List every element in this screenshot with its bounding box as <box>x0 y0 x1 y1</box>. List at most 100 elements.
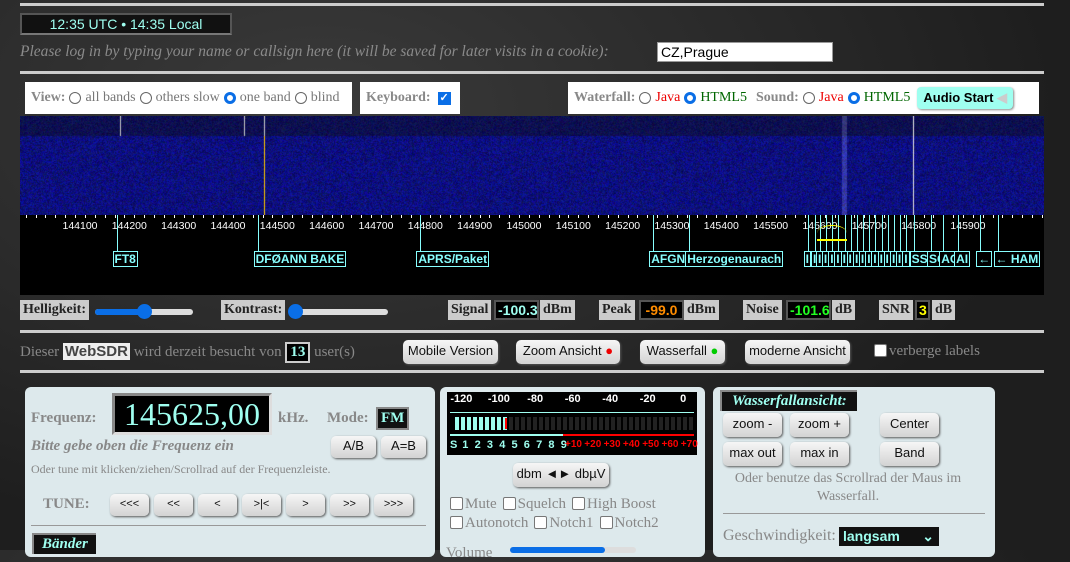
frequency-scale[interactable]: 144100 144200 144300 144400 144500 144600 1447… <box>20 215 1044 295</box>
hide-labels-option[interactable]: verberge labels <box>874 343 980 360</box>
frequency-input[interactable]: 145625,00 <box>112 393 272 435</box>
radio-others-slow[interactable] <box>140 92 152 104</box>
tune-button[interactable]: > <box>286 494 325 516</box>
tune-button[interactable]: >> <box>330 494 369 516</box>
scale-tick <box>588 215 589 218</box>
radio-waterfall-html5[interactable] <box>684 92 696 104</box>
radio-sound-java[interactable] <box>803 92 815 104</box>
tune-button[interactable]: << <box>154 494 193 516</box>
a-equals-b-button[interactable]: A=B <box>381 436 426 458</box>
plus-tick-label: +40 <box>623 439 640 450</box>
scale-tick <box>924 215 925 218</box>
speed-select[interactable]: langsam ⌄ <box>839 527 939 546</box>
station-label[interactable]: ← <box>976 251 992 267</box>
meter-segment <box>659 417 663 430</box>
scale-tick <box>332 215 333 218</box>
scale-tick <box>26 215 27 218</box>
tune-button[interactable]: < <box>198 494 237 516</box>
mobile-version-button[interactable]: Mobile Version <box>403 340 498 364</box>
peak-marker <box>505 418 507 429</box>
station-label[interactable]: AFGN <box>649 251 687 267</box>
passband-indicator[interactable] <box>817 225 847 241</box>
callsign-input[interactable] <box>657 42 833 62</box>
checkbox-autonotch[interactable]: Autonotch <box>450 514 528 533</box>
zoom-out-button[interactable]: zoom - <box>723 413 782 437</box>
label-marker <box>808 215 809 251</box>
tune-button[interactable]: >|< <box>242 494 281 516</box>
checkbox-mute[interactable]: Mute <box>450 495 497 514</box>
scale-tick <box>282 215 283 218</box>
dbm-tick-label: -20 <box>640 393 656 405</box>
radio-all-bands[interactable] <box>69 92 81 104</box>
meter-segment <box>683 417 687 430</box>
radio-sound-html5[interactable] <box>848 92 860 104</box>
scale-tick <box>578 215 579 218</box>
scale-label: 145300 <box>654 220 689 232</box>
scale-tick <box>726 215 727 218</box>
checkbox-squelch[interactable]: Squelch <box>503 495 566 514</box>
waterfall-display[interactable] <box>20 116 1044 215</box>
tune-button[interactable]: >>> <box>374 494 413 516</box>
keyboard-checkbox[interactable]: ✓ <box>438 92 451 105</box>
station-label[interactable]: I <box>804 251 811 267</box>
scale-tick <box>351 215 352 218</box>
scale-tick <box>193 215 194 218</box>
label-marker <box>420 215 421 251</box>
label-marker <box>863 215 864 251</box>
radio-one-band[interactable] <box>224 92 236 104</box>
scale-tick <box>95 215 96 218</box>
peak-label: Peak <box>599 300 635 320</box>
hide-labels-checkbox <box>874 344 887 357</box>
dbm-tick-label: -100 <box>488 393 510 405</box>
scale-tick <box>36 215 37 218</box>
station-label[interactable]: DFØANN BAKE <box>254 251 347 267</box>
radio-blind[interactable] <box>295 92 307 104</box>
s-tick-label: 5 <box>512 439 518 451</box>
label-marker <box>258 215 259 251</box>
band-button[interactable]: Band <box>880 442 939 466</box>
modern-view-button[interactable]: moderne Ansicht <box>745 340 850 364</box>
center-button[interactable]: Center <box>880 413 939 437</box>
max-out-button[interactable]: max out <box>723 442 782 466</box>
user-count: 13 <box>285 342 310 363</box>
scale-tick <box>805 215 806 218</box>
checkbox-high-boost[interactable]: High Boost <box>572 495 656 514</box>
mode-display[interactable]: FM <box>376 407 409 430</box>
station-label[interactable]: I <box>902 251 909 267</box>
scale-tick <box>65 215 66 218</box>
max-in-button[interactable]: max in <box>790 442 849 466</box>
brightness-label: Helligkeit: <box>20 300 89 320</box>
scale-tick <box>795 215 796 218</box>
scale-label: 145000 <box>506 220 541 232</box>
dbm-dbuv-toggle[interactable]: dbm ◄► dbµV <box>513 463 609 487</box>
tune-button[interactable]: <<< <box>110 494 149 516</box>
meter-segment <box>497 417 501 430</box>
checkbox-notch2[interactable]: Notch2 <box>600 514 659 533</box>
contrast-slider[interactable] <box>290 309 388 315</box>
brightness-slider[interactable] <box>95 309 193 315</box>
ab-button[interactable]: A/B <box>331 436 376 458</box>
signal-label: Signal <box>448 300 491 320</box>
meter-segment <box>581 417 585 430</box>
scale-tick <box>144 215 145 218</box>
speaker-icon: ◀ <box>997 90 1007 105</box>
station-label[interactable]: AI <box>954 251 970 267</box>
volume-slider[interactable] <box>510 547 636 553</box>
zoom-in-button[interactable]: zoom + <box>790 413 849 437</box>
scale-tick <box>213 215 214 218</box>
scale-tick <box>253 215 254 218</box>
peak-unit: dBm <box>684 300 719 320</box>
checkbox-notch1[interactable]: Notch1 <box>534 514 593 533</box>
s-tick-label: 4 <box>499 439 505 451</box>
waterfall-button[interactable]: Wasserfall ● <box>640 340 725 364</box>
radio-waterfall-java[interactable] <box>639 92 651 104</box>
zoom-view-button[interactable]: Zoom Ansicht ● <box>516 340 620 364</box>
station-label[interactable]: Herzogenaurach <box>685 251 783 267</box>
station-label[interactable]: ← HAM <box>994 251 1041 267</box>
station-label[interactable]: FT8 <box>113 251 138 267</box>
scale-tick <box>184 215 185 218</box>
signal-unit: dBm <box>540 300 575 320</box>
keyboard-option: Keyboard: ✓ <box>360 82 460 114</box>
station-label[interactable]: APRS/Paket <box>416 251 489 267</box>
audio-start-button[interactable]: Audio Start ◀ <box>917 87 1013 109</box>
